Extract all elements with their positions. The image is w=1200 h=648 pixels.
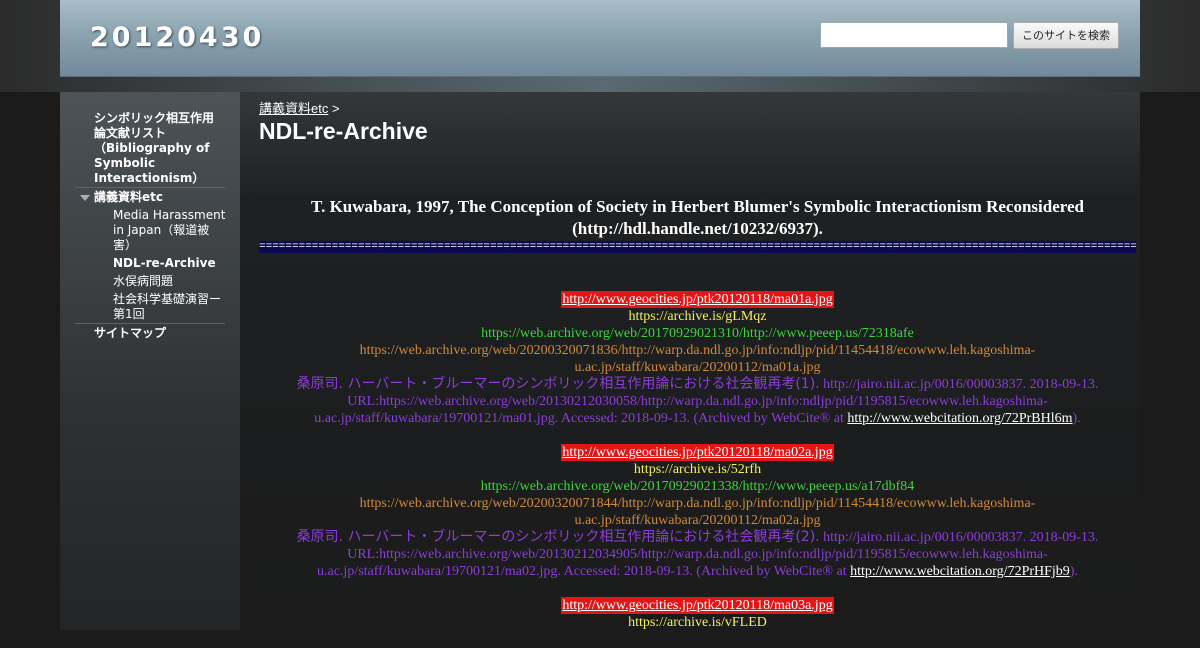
archive-entry: http://www.geocities.jp/ptk20120118/ma02…: [259, 444, 1136, 580]
citation-text: http://jairo.nii.ac.jp/0016/00003837. 20…: [819, 530, 1099, 545]
site-header: 20120430 このサイトを検索: [60, 0, 1140, 77]
archive-is-url: https://archive.is/gLMqz: [628, 309, 767, 324]
main-content: 講義資料etc > NDL-re-Archive T. Kuwabara, 19…: [240, 92, 1140, 630]
geocities-link[interactable]: http://www.geocities.jp/ptk20120118/ma02…: [561, 444, 834, 461]
wayback-ndl-url: u.ac.jp/staff/kuwabara/20200112/ma02a.jp…: [574, 513, 821, 528]
sidebar: シンボリック相互作用 論文献リスト （Bibliography of Symbo…: [60, 92, 240, 630]
breadcrumb-link[interactable]: 講義資料etc: [259, 101, 328, 116]
citation-text: u.ac.jp/staff/kuwabara/19700121/ma02.jpg…: [317, 564, 851, 579]
webcite-link[interactable]: http://www.webcitation.org/72PrHFjb9: [850, 564, 1070, 579]
citation-line: 桑原司. ハーバート・ブルーマーのシンボリック相互作用論における社会観再考(1)…: [259, 376, 1136, 393]
sidebar-item-media-harassment[interactable]: Media Harassment in Japan（報道被 害）: [113, 208, 233, 253]
article-heading-line: (http://hdl.handle.net/10232/6937).: [572, 219, 823, 238]
citation-text: u.ac.jp/staff/kuwabara/19700121/ma01.jpg…: [314, 411, 848, 426]
wayback-ndl-url: https://web.archive.org/web/202003200718…: [359, 343, 1036, 358]
sidebar-item-lecture-materials[interactable]: 講義資料etc: [94, 190, 163, 205]
wayback-ndl-url: https://web.archive.org/web/202003200718…: [359, 496, 1036, 511]
sidebar-item-minamata[interactable]: 水俣病問題: [113, 274, 173, 289]
sidebar-item-label: （Bibliography of: [94, 141, 210, 155]
citation-title: 桑原司. ハーバート・ブルーマーのシンボリック相互作用論における社会観再考(1)…: [296, 376, 820, 392]
citation-line: u.ac.jp/staff/kuwabara/19700121/ma01.jpg…: [259, 410, 1136, 427]
article-heading: T. Kuwabara, 1997, The Conception of Soc…: [259, 196, 1136, 240]
sidebar-item-label: 害）: [113, 238, 138, 252]
citation-title: 桑原司. ハーバート・ブルーマーのシンボリック相互作用論における社会観再考(2)…: [296, 529, 820, 545]
citation-text: ).: [1069, 564, 1078, 579]
citation-url: URL:https://web.archive.org/web/20130212…: [347, 394, 1048, 409]
citation-line: 桑原司. ハーバート・ブルーマーのシンボリック相互作用論における社会観再考(2)…: [259, 529, 1136, 546]
sidebar-divider: [75, 187, 225, 188]
archive-is-url: https://archive.is/vFLED: [628, 615, 767, 630]
search-input[interactable]: [820, 22, 1008, 48]
wayback-ndl-url: u.ac.jp/staff/kuwabara/20200112/ma01a.jp…: [574, 360, 821, 375]
expand-triangle-icon[interactable]: [80, 195, 90, 201]
wayback-peeep-url: https://web.archive.org/web/201709290213…: [481, 326, 914, 341]
sidebar-item-sitemap[interactable]: サイトマップ: [94, 326, 166, 341]
sidebar-item-label: Symbolic: [94, 156, 156, 170]
article-heading-line: T. Kuwabara, 1997, The Conception of Soc…: [311, 197, 1084, 216]
citation-text: http://jairo.nii.ac.jp/0016/00003837. 20…: [819, 377, 1099, 392]
wayback-peeep-url: https://web.archive.org/web/201709290213…: [480, 479, 915, 494]
sidebar-item-label: Media Harassment: [113, 208, 226, 222]
citation-line: u.ac.jp/staff/kuwabara/19700121/ma02.jpg…: [259, 563, 1136, 580]
archive-entry: http://www.geocities.jp/ptk20120118/ma01…: [259, 291, 1136, 427]
breadcrumb-separator: >: [331, 101, 340, 116]
citation-text: ).: [1072, 411, 1081, 426]
separator-rule: ========================================…: [259, 241, 1136, 253]
site-title[interactable]: 20120430: [90, 22, 264, 53]
sidebar-item-label: Interactionism）: [94, 171, 205, 185]
archive-entry: http://www.geocities.jp/ptk20120118/ma03…: [259, 597, 1136, 631]
page-title: NDL-re-Archive: [259, 118, 428, 144]
search-button[interactable]: このサイトを検索: [1013, 22, 1119, 49]
citation-url: URL:https://web.archive.org/web/20130212…: [347, 547, 1048, 562]
sidebar-item-seminar[interactable]: 社会科学基礎演習ー 第1回: [113, 292, 238, 322]
sidebar-item-label: in Japan（報道被: [113, 223, 210, 237]
webcite-link[interactable]: http://www.webcitation.org/72PrBHl6m: [847, 411, 1072, 426]
breadcrumb: 講義資料etc >: [259, 98, 340, 117]
archive-is-url: https://archive.is/52rfh: [633, 462, 762, 477]
sidebar-item-ndl-re-archive[interactable]: NDL-re-Archive: [113, 256, 216, 271]
sidebar-item-label: 社会科学基礎演習ー: [113, 292, 222, 306]
sidebar-item-label: 論文献リスト: [94, 126, 167, 140]
geocities-link[interactable]: http://www.geocities.jp/ptk20120118/ma01…: [561, 291, 834, 308]
geocities-link[interactable]: http://www.geocities.jp/ptk20120118/ma03…: [561, 597, 834, 614]
article-body: T. Kuwabara, 1997, The Conception of Soc…: [259, 196, 1136, 648]
sidebar-item-label: シンボリック相互作用: [94, 111, 215, 125]
sidebar-item-label: 第1回: [113, 307, 145, 321]
separator-rule-text: ========================================…: [259, 241, 1136, 253]
sidebar-item-bibliography[interactable]: シンボリック相互作用 論文献リスト （Bibliography of Symbo…: [94, 111, 234, 186]
sidebar-divider: [75, 323, 225, 324]
